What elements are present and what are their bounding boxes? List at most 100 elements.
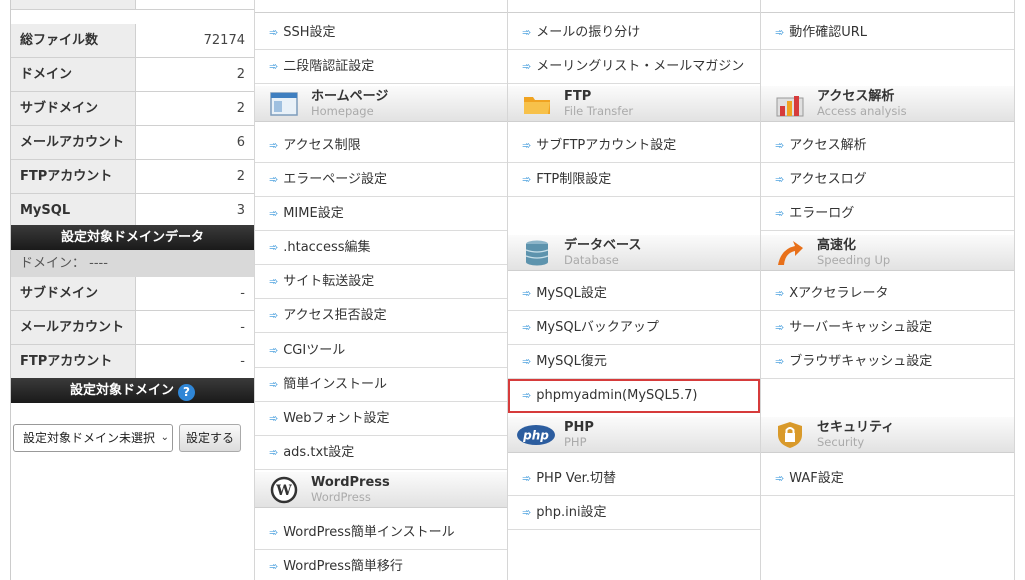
menu-column-2: ➾ メールの振り分け ➾ メーリングリスト・メールマガジン FTP File Tra… (507, 0, 760, 580)
stat-label: サブドメイン (11, 92, 136, 125)
menu-item-htaccess[interactable]: ➾ .htaccess編集 (255, 231, 507, 265)
target-domain-header: 設定対象ドメイン? (11, 378, 254, 403)
arrow-icon: ➾ (269, 526, 279, 539)
arrow-icon: ➾ (269, 275, 279, 288)
category-subtitle: Speeding Up (817, 253, 891, 267)
database-icon (525, 240, 549, 266)
category-ftp: FTP File Transfer (508, 86, 760, 122)
category-title: 高速化 (817, 238, 857, 253)
stat-row-ftp-accounts: FTPアカウント 2 (11, 160, 254, 194)
svg-text:W: W (275, 483, 292, 499)
folder-icon (524, 97, 550, 114)
menu-item-browser-cache[interactable]: ➾ ブラウザキャッシュ設定 (761, 345, 1014, 379)
arrow-icon: ➾ (269, 309, 279, 322)
menu-item-phpmyadmin[interactable]: ➾ phpmyadmin(MySQL5.7) (508, 379, 760, 413)
menu-item-mail-filter[interactable]: ➾ メールの振り分け (508, 16, 760, 50)
arrow-icon: ➾ (775, 287, 785, 300)
arrow-icon: ➾ (775, 139, 785, 152)
menu-item-easy-install[interactable]: ➾ 簡単インストール (255, 368, 507, 402)
stat-label: メールアカウント (11, 126, 136, 159)
menu-item-wp-easy-install[interactable]: ➾ WordPress簡単インストール (255, 516, 507, 550)
stat-label: ドメイン (11, 58, 136, 91)
stat-value: 2 (137, 92, 254, 125)
menu-item-web-font[interactable]: ➾ Webフォント設定 (255, 402, 507, 436)
menu-column-1: ➾ SSH設定 ➾ 二段階認証設定 ホームページ Homepage ➾ アクセス制限 … (254, 0, 507, 580)
menu-column-3: ➾ 動作確認URL アクセス解析 Access analysis ➾ アクセス解析 … (760, 0, 1015, 580)
menu-item-mysql-backup[interactable]: ➾ MySQLバックアップ (508, 311, 760, 345)
arrow-icon: ➾ (522, 389, 532, 402)
menu-item-error-page[interactable]: ➾ エラーページ設定 (255, 163, 507, 197)
category-subtitle: PHP (564, 435, 587, 449)
wordpress-icon: W (270, 476, 298, 504)
menu-item-sub-ftp[interactable]: ➾ サブFTPアカウント設定 (508, 129, 760, 163)
arrow-icon: ➾ (522, 26, 532, 39)
menu-item-x-accelerator[interactable]: ➾ Xアクセラレータ (761, 277, 1014, 311)
menu-item-ssh[interactable]: ➾ SSH設定 (255, 16, 507, 50)
arrow-icon: ➾ (269, 60, 279, 73)
menu-item-php-ini[interactable]: ➾ php.ini設定 (508, 496, 760, 530)
category-subtitle: Security (817, 435, 865, 449)
arrow-icon: ➾ (269, 173, 279, 186)
arrow-icon: ➾ (522, 321, 532, 334)
menu-item-mysql-restore[interactable]: ➾ MySQL復元 (508, 345, 760, 379)
help-icon[interactable]: ? (178, 384, 195, 401)
arrow-icon: ➾ (269, 241, 279, 254)
stat-label: MySQL (11, 194, 136, 227)
set-domain-button[interactable]: 設定する (179, 424, 241, 452)
arrow-icon: ➾ (522, 287, 532, 300)
arrow-icon: ➾ (269, 207, 279, 220)
stat-value: 3 (137, 194, 254, 227)
target-domain-select-value: 設定対象ドメイン未選択 (23, 431, 156, 445)
arrow-icon: ➾ (775, 207, 785, 220)
stat-label: 総ファイル数 (11, 24, 136, 57)
stat-value: 2 (137, 160, 254, 193)
category-php: php PHP PHP (508, 417, 760, 453)
menu-item-mysql-settings[interactable]: ➾ MySQL設定 (508, 277, 760, 311)
stat-row-partial (11, 0, 254, 10)
menu-item-access-restriction[interactable]: ➾ アクセス制限 (255, 129, 507, 163)
menu-item-mime[interactable]: ➾ MIME設定 (255, 197, 507, 231)
stat-label: FTPアカウント (11, 345, 136, 378)
menu-item-test-url[interactable]: ➾ 動作確認URL (761, 16, 1014, 50)
category-title: WordPress (311, 475, 390, 490)
menu-item-server-cache[interactable]: ➾ サーバーキャッシュ設定 (761, 311, 1014, 345)
stat-row-domains: ドメイン 2 (11, 58, 254, 92)
target-domain-select[interactable]: 設定対象ドメイン未選択 ⌄ (13, 424, 173, 452)
category-access-analysis: アクセス解析 Access analysis (761, 86, 1014, 122)
arrow-icon: ➾ (522, 60, 532, 73)
stat-value: 6 (137, 126, 254, 159)
category-subtitle: File Transfer (564, 104, 634, 118)
padlock-icon (778, 422, 802, 448)
target-row-subdomains: サブドメイン - (11, 277, 254, 311)
menu-item-mailing-list[interactable]: ➾ メーリングリスト・メールマガジン (508, 50, 760, 84)
menu-item-php-version[interactable]: ➾ PHP Ver.切替 (508, 462, 760, 496)
arrow-icon: ➾ (269, 446, 279, 459)
target-row-mail-accounts: メールアカウント - (11, 311, 254, 345)
category-title: セキュリティ (817, 420, 895, 435)
bar-chart-icon (776, 96, 804, 117)
menu-item-cgi-tools[interactable]: ➾ CGIツール (255, 334, 507, 368)
category-subtitle: Homepage (311, 104, 374, 118)
menu-item-two-factor[interactable]: ➾ 二段階認証設定 (255, 50, 507, 84)
category-title: アクセス解析 (817, 89, 895, 104)
stat-label: メールアカウント (11, 311, 136, 344)
menu-item-access-deny[interactable]: ➾ アクセス拒否設定 (255, 299, 507, 333)
menu-item-ftp-restriction[interactable]: ➾ FTP制限設定 (508, 163, 760, 197)
menu-item-ads-txt[interactable]: ➾ ads.txt設定 (255, 436, 507, 470)
menu-item-access-log[interactable]: ➾ アクセスログ (761, 163, 1014, 197)
arrow-icon: ➾ (775, 26, 785, 39)
category-subtitle: Access analysis (817, 104, 907, 118)
menu-item-waf[interactable]: ➾ WAF設定 (761, 462, 1014, 496)
menu-item-error-log[interactable]: ➾ エラーログ (761, 197, 1014, 231)
menu-item-wp-easy-migrate[interactable]: ➾ WordPress簡単移行 (255, 550, 507, 580)
category-security: セキュリティ Security (761, 417, 1014, 453)
menu-item-site-redirect[interactable]: ➾ サイト転送設定 (255, 265, 507, 299)
arrow-icon: ➾ (269, 378, 279, 391)
stat-row-total-files: 総ファイル数 72174 (11, 24, 254, 58)
arrow-icon: ➾ (775, 321, 785, 334)
category-title: ホームページ (311, 89, 389, 104)
arrow-icon: ➾ (522, 506, 532, 519)
menu-item-access-analysis[interactable]: ➾ アクセス解析 (761, 129, 1014, 163)
arrow-icon: ➾ (269, 26, 279, 39)
category-wordpress: W WordPress WordPress (255, 472, 507, 508)
